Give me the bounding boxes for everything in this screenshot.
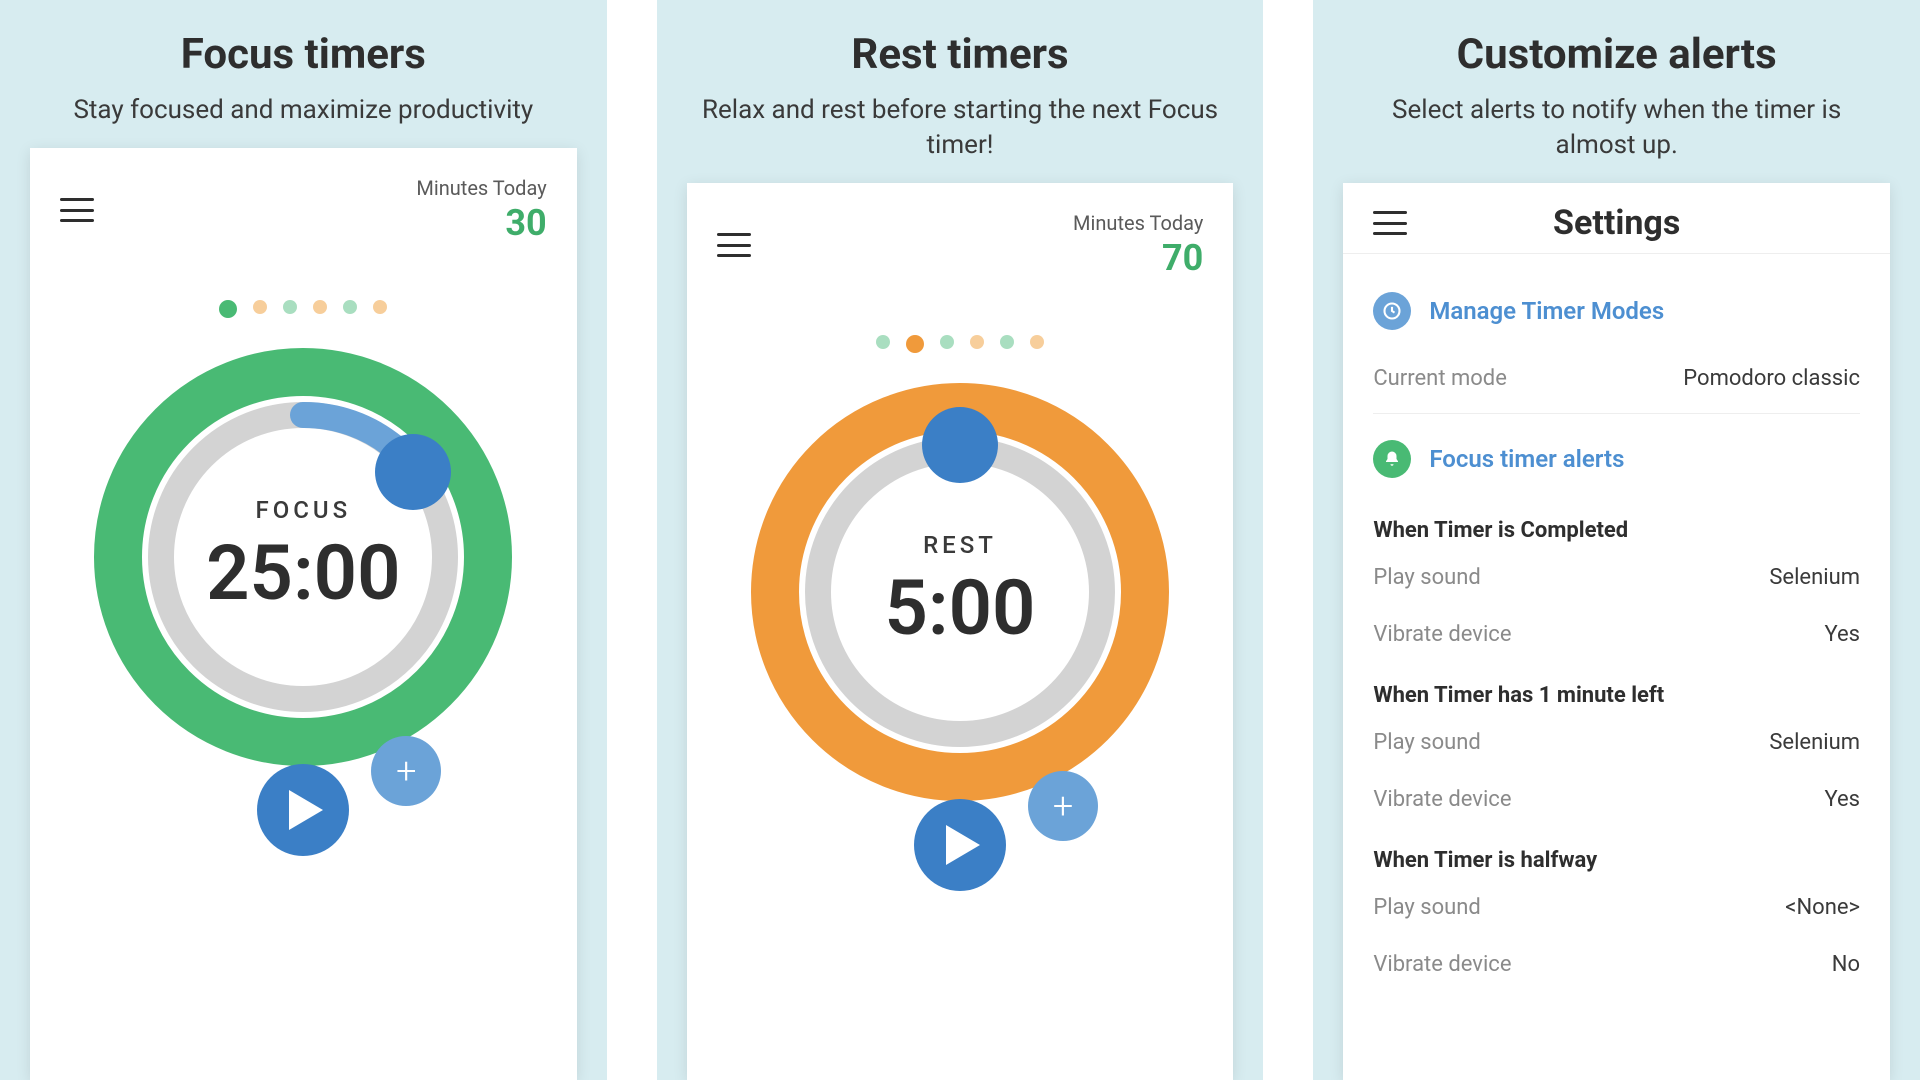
panel-subtitle: Stay focused and maximize productivity [40,93,567,128]
timer-ring[interactable]: REST 5:00 [687,377,1234,807]
timer-time: 5:00 [885,563,1036,653]
panel-title: Customize alerts [1353,30,1880,79]
settings-title: Settings [1553,203,1680,243]
vibrate-label: Vibrate device [1373,622,1511,647]
panel-header: Customize alerts Select alerts to notify… [1313,0,1920,183]
focus-alerts-label: Focus timer alerts [1429,445,1624,473]
screenshot-settings: Customize alerts Select alerts to notify… [1313,0,1920,1080]
play-sound-row[interactable]: Play sound Selenium [1373,714,1860,771]
play-icon [289,790,323,830]
dot [283,300,297,314]
dot [373,300,387,314]
device-frame: Minutes Today 70 REST 5:00 [687,183,1234,1080]
section-heading: When Timer is Completed [1373,498,1860,549]
vibrate-value: No [1832,952,1860,977]
manage-timer-modes-label: Manage Timer Modes [1429,297,1664,325]
dot [343,300,357,314]
section-heading: When Timer is halfway [1373,828,1860,879]
timer-label: REST [885,531,1036,559]
menu-icon[interactable] [717,233,751,257]
dot [940,335,954,349]
vibrate-row[interactable]: Vibrate device No [1373,936,1860,993]
session-dots [30,300,577,318]
focus-alerts-row[interactable]: Focus timer alerts [1373,420,1860,498]
device-top-bar: Settings [1343,183,1890,243]
timer-actions: + [30,764,577,904]
plus-icon: + [396,750,416,792]
dot [876,335,890,349]
plus-icon: + [1053,785,1073,827]
panel-header: Focus timers Stay focused and maximize p… [0,0,607,148]
play-button[interactable] [257,764,349,856]
panel-header: Rest timers Relax and rest before starti… [657,0,1264,183]
screenshot-focus: Focus timers Stay focused and maximize p… [0,0,607,1080]
menu-icon[interactable] [1373,211,1407,235]
add-button[interactable]: + [1028,771,1098,841]
play-sound-value: Selenium [1769,730,1860,755]
dot [253,300,267,314]
divider [1373,413,1860,414]
play-sound-row[interactable]: Play sound <None> [1373,879,1860,936]
device-frame: Settings Manage Timer Modes Current mode… [1343,183,1890,1080]
minutes-today: Minutes Today 70 [1073,211,1203,279]
current-mode-value: Pomodoro classic [1683,366,1860,391]
play-sound-label: Play sound [1373,730,1481,755]
vibrate-label: Vibrate device [1373,952,1511,977]
vibrate-row[interactable]: Vibrate device Yes [1373,606,1860,663]
timer-center: FOCUS 25:00 [206,496,400,618]
panel-subtitle: Select alerts to notify when the timer i… [1353,93,1880,163]
play-sound-value: <None> [1785,895,1860,920]
screenshot-rest: Rest timers Relax and rest before starti… [657,0,1264,1080]
vibrate-value: Yes [1824,622,1860,647]
panel-subtitle: Relax and rest before starting the next … [697,93,1224,163]
dot-active [219,300,237,318]
vibrate-value: Yes [1824,787,1860,812]
panel-title: Focus timers [40,30,567,79]
current-mode-label: Current mode [1373,366,1507,391]
play-sound-label: Play sound [1373,895,1481,920]
clock-icon [1373,292,1411,330]
minutes-value: 70 [1073,237,1203,279]
bell-icon [1373,440,1411,478]
minutes-label: Minutes Today [416,176,546,200]
minutes-value: 30 [416,202,546,244]
dot [1030,335,1044,349]
device-top-bar: Minutes Today 30 [30,148,577,252]
play-icon [946,825,980,865]
current-mode-row[interactable]: Current mode Pomodoro classic [1373,350,1860,407]
timer-center: REST 5:00 [885,531,1036,653]
add-button[interactable]: + [371,736,441,806]
session-dots [687,335,1234,353]
play-sound-value: Selenium [1769,565,1860,590]
play-sound-label: Play sound [1373,565,1481,590]
device-frame: Minutes Today 30 FOCUS 25:00 [30,148,577,1080]
device-top-bar: Minutes Today 70 [687,183,1234,287]
minutes-label: Minutes Today [1073,211,1203,235]
play-sound-row[interactable]: Play sound Selenium [1373,549,1860,606]
play-button[interactable] [914,799,1006,891]
manage-timer-modes-row[interactable]: Manage Timer Modes [1373,272,1860,350]
timer-ring[interactable]: FOCUS 25:00 [30,342,577,772]
dot [970,335,984,349]
vibrate-label: Vibrate device [1373,787,1511,812]
dot-active [906,335,924,353]
settings-body: Manage Timer Modes Current mode Pomodoro… [1343,253,1890,993]
dot [1000,335,1014,349]
menu-icon[interactable] [60,198,94,222]
section-heading: When Timer has 1 minute left [1373,663,1860,714]
timer-label: FOCUS [206,496,400,524]
panel-title: Rest timers [697,30,1224,79]
timer-actions: + [687,799,1234,939]
dot [313,300,327,314]
minutes-today: Minutes Today 30 [416,176,546,244]
timer-time: 25:00 [206,528,400,618]
vibrate-row[interactable]: Vibrate device Yes [1373,771,1860,828]
